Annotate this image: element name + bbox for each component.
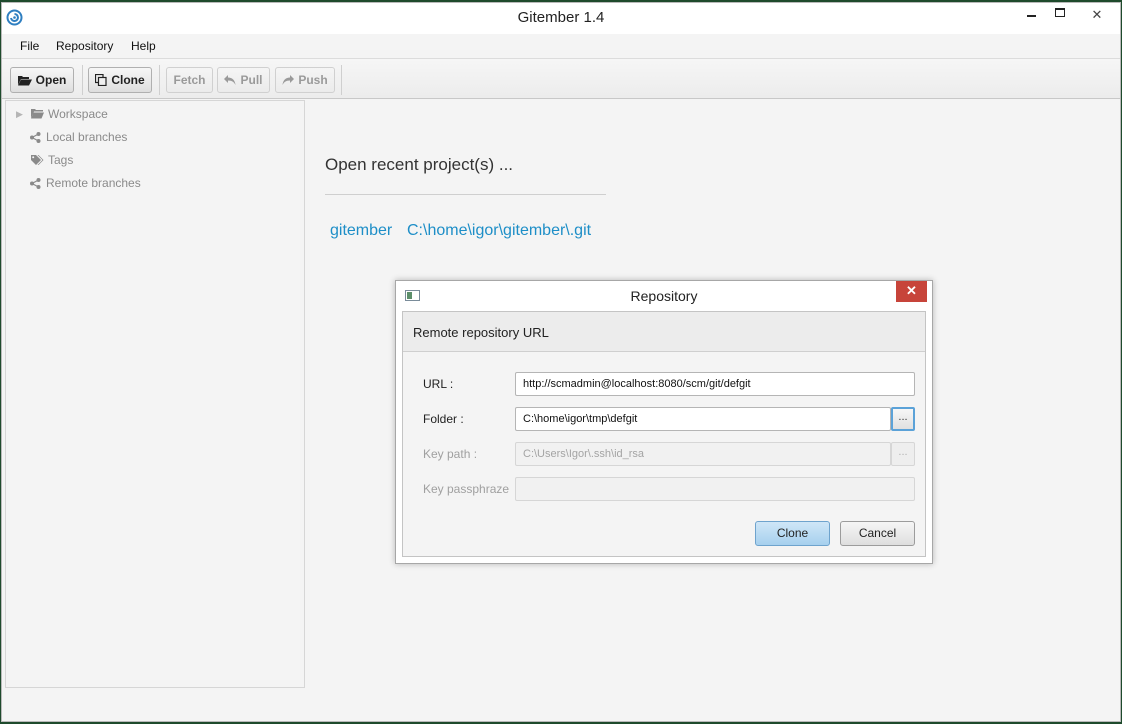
tree-item-tags[interactable]: Tags [6, 150, 73, 170]
open-button[interactable]: Open [10, 67, 74, 93]
push-button-label: Push [298, 73, 328, 87]
pull-button[interactable]: Pull [217, 67, 270, 93]
title-bar: Gitember 1.4 ✕ [2, 3, 1120, 34]
dialog-title: Repository [630, 288, 698, 304]
open-button-label: Open [35, 73, 67, 87]
folder-input[interactable] [515, 407, 891, 431]
folder-label: Folder : [423, 412, 464, 426]
recent-project-name-link[interactable]: gitember [330, 222, 392, 240]
close-window-button[interactable]: ✕ [1074, 3, 1120, 25]
dialog-header: Remote repository URL [403, 312, 925, 352]
dialog-body: Remote repository URL URL : Folder : ...… [402, 311, 926, 557]
tree-item-label: Remote branches [46, 176, 141, 190]
toolbar-separator [159, 65, 160, 95]
pull-button-label: Pull [240, 73, 263, 87]
tree-item-remote-branches[interactable]: Remote branches [6, 173, 141, 193]
copy-icon [95, 74, 107, 86]
maximize-button[interactable] [1046, 3, 1074, 25]
recent-project-path-link[interactable]: C:\home\igor\gitember\.git [407, 222, 591, 240]
menu-repository[interactable]: Repository [56, 39, 113, 53]
tree-item-label: Workspace [48, 107, 108, 121]
key-path-label: Key path : [423, 447, 478, 461]
tree-item-local-branches[interactable]: Local branches [6, 127, 127, 147]
fetch-button-label: Fetch [173, 73, 206, 87]
menu-help[interactable]: Help [131, 39, 156, 53]
browse-folder-button[interactable]: ... [891, 407, 915, 431]
clone-button-label: Clone [111, 73, 145, 87]
minimize-button[interactable] [1016, 3, 1046, 25]
minimize-icon [1027, 15, 1036, 17]
tags-icon [30, 154, 44, 166]
tree-item-label: Tags [48, 153, 74, 167]
close-icon: ✕ [906, 283, 917, 298]
clone-button[interactable]: Clone [88, 67, 152, 93]
key-passphrase-input[interactable] [515, 477, 915, 501]
divider [325, 194, 606, 195]
toolbar-separator [341, 65, 342, 95]
undo-arrow-icon [224, 75, 236, 85]
redo-arrow-icon [282, 75, 295, 85]
key-path-input[interactable] [515, 442, 891, 466]
repository-tree: ▶ Workspace Local branches Tags Remote b… [5, 100, 305, 688]
browse-key-button[interactable]: ... [891, 442, 915, 466]
clone-repository-dialog: Repository ✕ Remote repository URL URL :… [395, 280, 933, 564]
branch-icon [28, 131, 42, 143]
menu-file[interactable]: File [20, 39, 39, 53]
clone-confirm-button[interactable]: Clone [755, 521, 830, 546]
branch-icon [28, 177, 42, 189]
toolbar: Open Clone Fetch Pull Push [2, 59, 1120, 99]
close-icon: ✕ [1091, 7, 1103, 22]
key-passphrase-label: Key passphraze [423, 482, 510, 496]
recent-projects-heading: Open recent project(s) ... [325, 155, 514, 174]
menu-bar: File Repository Help [2, 34, 1120, 59]
maximize-icon [1055, 8, 1065, 17]
folder-open-icon [17, 75, 32, 85]
cancel-button[interactable]: Cancel [840, 521, 915, 546]
expand-arrow-icon[interactable]: ▶ [16, 109, 30, 120]
folder-icon [30, 109, 44, 119]
url-label: URL : [423, 377, 454, 391]
tree-item-label: Local branches [46, 130, 128, 144]
tree-item-workspace[interactable]: ▶ Workspace [6, 104, 108, 124]
push-button[interactable]: Push [275, 67, 335, 93]
toolbar-separator [82, 65, 83, 95]
url-input[interactable] [515, 372, 915, 396]
fetch-button[interactable]: Fetch [166, 67, 213, 93]
dialog-close-button[interactable]: ✕ [896, 281, 927, 302]
window-title: Gitember 1.4 [517, 9, 605, 26]
